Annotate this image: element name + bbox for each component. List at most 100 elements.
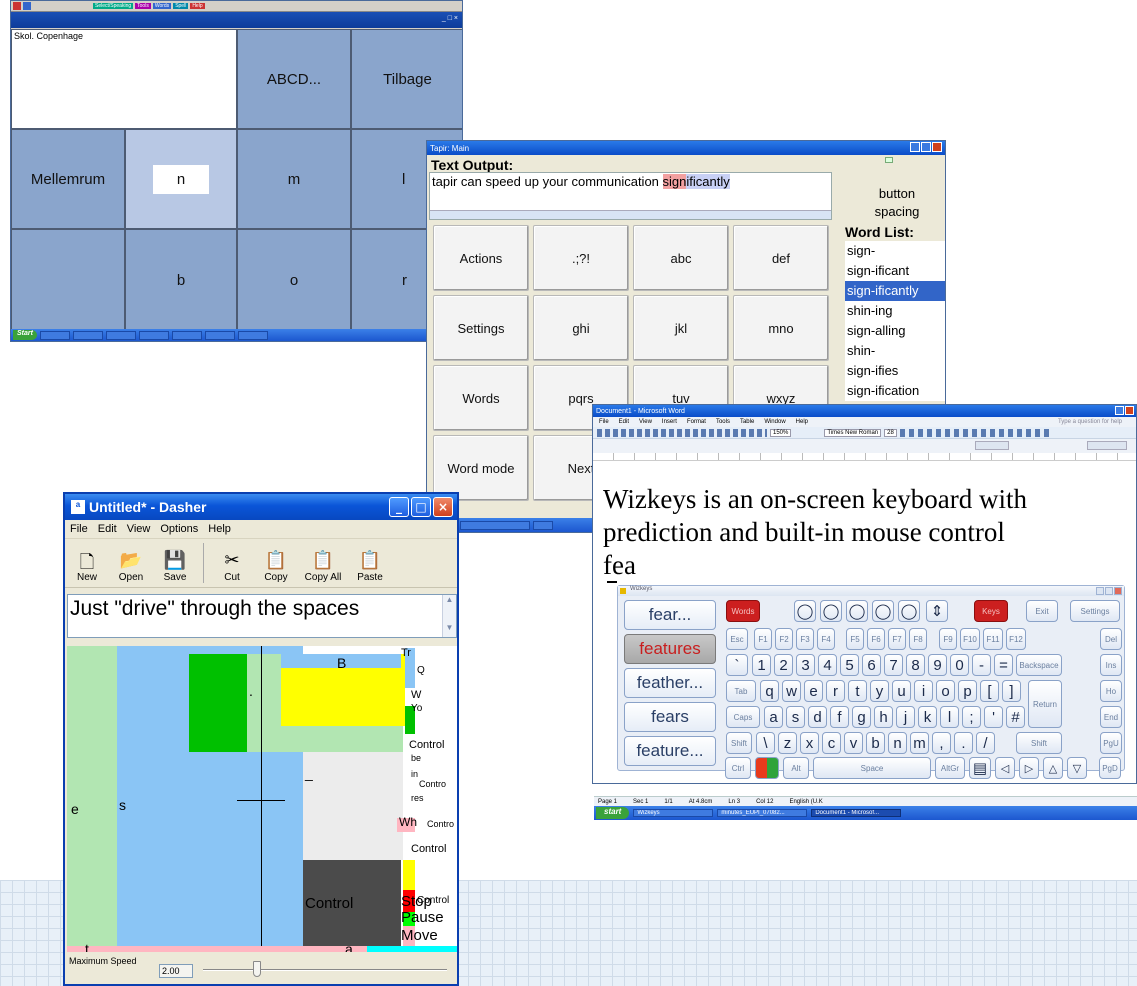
- window-controls-icon[interactable]: [1115, 406, 1134, 415]
- taskbar-item[interactable]: [204, 330, 235, 340]
- gazetalk-cell-o[interactable]: o: [237, 229, 351, 331]
- key-o[interactable]: o: [936, 680, 955, 702]
- settings-button[interactable]: Settings: [1070, 600, 1120, 622]
- key-ctrl[interactable]: Ctrl: [725, 757, 751, 779]
- window-controls-icon[interactable]: [910, 142, 942, 152]
- menu-tools[interactable]: Tools: [716, 419, 730, 425]
- key-tab[interactable]: Tab: [726, 680, 756, 702]
- taskbar-item-active[interactable]: Document1 - Microsof...: [811, 809, 902, 817]
- menu-edit[interactable]: Edit: [619, 419, 629, 425]
- taskbar-item[interactable]: Wizkeys: [633, 809, 714, 817]
- gazetalk-cell-mellemrum[interactable]: Mellemrum: [11, 129, 125, 229]
- key-abc[interactable]: abc: [633, 225, 729, 291]
- mouse-drag-icon[interactable]: ◯: [898, 600, 920, 622]
- window-controls-icon[interactable]: [1096, 587, 1122, 595]
- font-size-field[interactable]: 28: [884, 428, 897, 437]
- key-b[interactable]: b: [866, 732, 885, 754]
- key-f7[interactable]: F7: [888, 628, 906, 650]
- arrow-up-icon[interactable]: △: [1043, 757, 1063, 779]
- prediction-feather[interactable]: feather...: [624, 668, 716, 698]
- key-f12[interactable]: F12: [1006, 628, 1026, 650]
- taskbar-item[interactable]: [105, 330, 136, 340]
- key-f10[interactable]: F10: [960, 628, 980, 650]
- menu-options[interactable]: Options: [160, 523, 198, 535]
- key-shift-right[interactable]: Shift: [1016, 732, 1062, 754]
- key-jkl[interactable]: jkl: [633, 295, 729, 361]
- mouse-scroll-icon[interactable]: ⇕: [926, 600, 948, 622]
- taskbar-item[interactable]: [237, 330, 268, 340]
- taskbar-item[interactable]: [39, 330, 70, 340]
- key-period[interactable]: .: [954, 732, 973, 754]
- key-c[interactable]: c: [822, 732, 841, 754]
- key-hash[interactable]: #: [1006, 706, 1025, 728]
- toolbar-icons[interactable]: [597, 428, 767, 437]
- key-0[interactable]: 0: [950, 654, 969, 676]
- key-t[interactable]: t: [848, 680, 867, 702]
- horizontal-scrollbar[interactable]: [430, 210, 831, 219]
- menu-help[interactable]: Help: [796, 419, 808, 425]
- key-def[interactable]: def: [733, 225, 829, 291]
- key-f11[interactable]: F11: [983, 628, 1003, 650]
- key-l[interactable]: l: [940, 706, 959, 728]
- menu-view[interactable]: View: [127, 523, 151, 535]
- toolbar-icons[interactable]: [1087, 441, 1127, 450]
- key-comma[interactable]: ,: [932, 732, 951, 754]
- mouse-double-click-icon[interactable]: ◯: [820, 600, 842, 622]
- key-m[interactable]: m: [910, 732, 929, 754]
- taskbar-item[interactable]: [138, 330, 169, 340]
- menu-window[interactable]: Window: [764, 419, 785, 425]
- tab-tools[interactable]: Tools: [135, 3, 151, 9]
- key-settings[interactable]: Settings: [433, 295, 529, 361]
- copy-button[interactable]: 📋 Copy: [254, 550, 298, 583]
- key-q[interactable]: q: [760, 680, 779, 702]
- taskbar-item[interactable]: [171, 330, 202, 340]
- key-9[interactable]: 9: [928, 654, 947, 676]
- prediction-fears[interactable]: fears: [624, 702, 716, 732]
- key-caps[interactable]: Caps: [726, 706, 760, 728]
- start-button[interactable]: Start: [13, 330, 37, 340]
- key-7[interactable]: 7: [884, 654, 903, 676]
- windows-key-icon[interactable]: [755, 757, 779, 779]
- key-f6[interactable]: F6: [867, 628, 885, 650]
- key-f9[interactable]: F9: [939, 628, 957, 650]
- menu-help[interactable]: Help: [208, 523, 231, 535]
- key-backslash[interactable]: \: [756, 732, 775, 754]
- gazetalk-cell-empty[interactable]: [11, 229, 125, 331]
- key-f8[interactable]: F8: [909, 628, 927, 650]
- cut-button[interactable]: ✂ Cut: [210, 550, 254, 583]
- word-list-item[interactable]: sign-ification: [845, 381, 945, 401]
- key-w[interactable]: w: [782, 680, 801, 702]
- key-v[interactable]: v: [844, 732, 863, 754]
- zoom-field[interactable]: 150%: [770, 428, 792, 437]
- key-h[interactable]: h: [874, 706, 893, 728]
- mouse-drag-icon[interactable]: ◯: [846, 600, 868, 622]
- tab-select-speaking[interactable]: Select/Speaking: [93, 3, 134, 9]
- key-4[interactable]: 4: [818, 654, 837, 676]
- keyboard-icon[interactable]: ▤: [969, 757, 991, 779]
- key-y[interactable]: y: [870, 680, 889, 702]
- spacing-slider-handle[interactable]: [885, 157, 893, 163]
- dasher-canvas[interactable]: e s B . _ Control t a Tr Q W Yo Control …: [67, 646, 457, 952]
- key-g[interactable]: g: [852, 706, 871, 728]
- key-backspace[interactable]: Backspace: [1016, 654, 1062, 676]
- key-home[interactable]: Ho: [1100, 680, 1122, 702]
- close-icon[interactable]: ×: [433, 497, 453, 517]
- save-button[interactable]: 💾 Save: [153, 550, 197, 583]
- arrow-left-icon[interactable]: ◁: [995, 757, 1015, 779]
- key-j[interactable]: j: [896, 706, 915, 728]
- minimize-icon[interactable]: _: [389, 497, 409, 517]
- word-list-item[interactable]: sign-ificant: [845, 261, 945, 281]
- maximize-icon[interactable]: □: [411, 497, 431, 517]
- key-punctuation[interactable]: .;?!: [533, 225, 629, 291]
- word-list-item-selected[interactable]: sign-ificantly: [845, 281, 945, 301]
- taskbar-item[interactable]: [460, 520, 530, 530]
- key-right-bracket[interactable]: ]: [1002, 680, 1021, 702]
- speed-value-field[interactable]: 2.00: [159, 964, 193, 978]
- toolbar-icons[interactable]: [975, 441, 1009, 450]
- key-backtick[interactable]: `: [726, 654, 748, 676]
- key-f3[interactable]: F3: [796, 628, 814, 650]
- gazetalk-cell-n-selected[interactable]: n: [125, 129, 237, 229]
- menu-view[interactable]: View: [639, 419, 652, 425]
- key-u[interactable]: u: [892, 680, 911, 702]
- key-8[interactable]: 8: [906, 654, 925, 676]
